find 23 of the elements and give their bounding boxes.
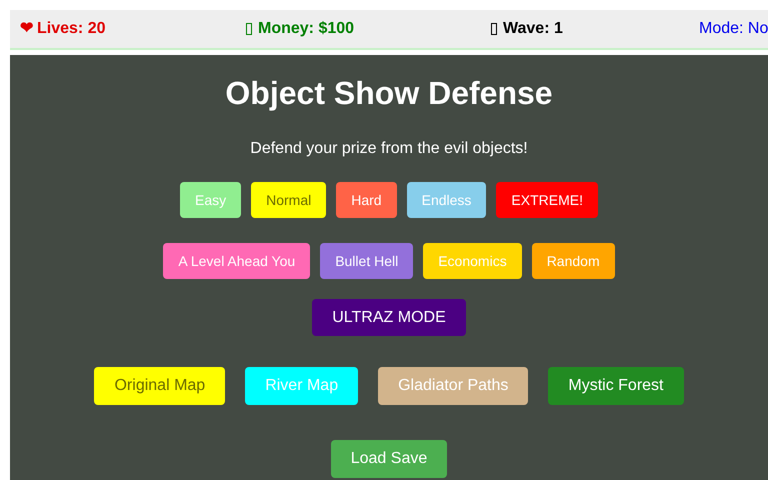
missing-glyph-icon xyxy=(246,23,252,35)
stat-label: Wave: 1 xyxy=(503,19,563,39)
stat-label: Mode: No xyxy=(699,19,768,39)
subtitle: Defend your prize from the evil objects! xyxy=(250,139,528,159)
stat-label: Money: $100 xyxy=(258,19,354,39)
mode-button[interactable]: Hard xyxy=(336,182,397,218)
mode-button[interactable]: Bullet Hell xyxy=(320,243,414,279)
mode-button[interactable]: Easy xyxy=(180,182,242,218)
mode-button[interactable]: Endless xyxy=(406,182,486,218)
game-title: Object Show Defense xyxy=(225,74,553,113)
heart-icon: ❤ xyxy=(20,17,33,41)
mode-button[interactable]: Random xyxy=(532,243,615,279)
mode-button[interactable]: Gladiator Paths xyxy=(378,367,528,405)
mode-button[interactable]: Original Map xyxy=(94,367,226,405)
missing-glyph-icon xyxy=(491,23,497,35)
mode-button[interactable]: ULTRAZ MODE xyxy=(312,299,466,336)
mode-button[interactable]: EXTREME! xyxy=(496,182,598,218)
stat-label: Lives: 20 xyxy=(37,19,106,39)
mode-button[interactable]: Normal xyxy=(251,182,326,218)
mode-button[interactable]: Economics xyxy=(423,243,522,279)
mode-button[interactable]: A Level Ahead You xyxy=(163,243,310,279)
mode-button[interactable]: Mystic Forest xyxy=(548,367,684,405)
mode-button[interactable]: Load Save xyxy=(330,440,448,478)
